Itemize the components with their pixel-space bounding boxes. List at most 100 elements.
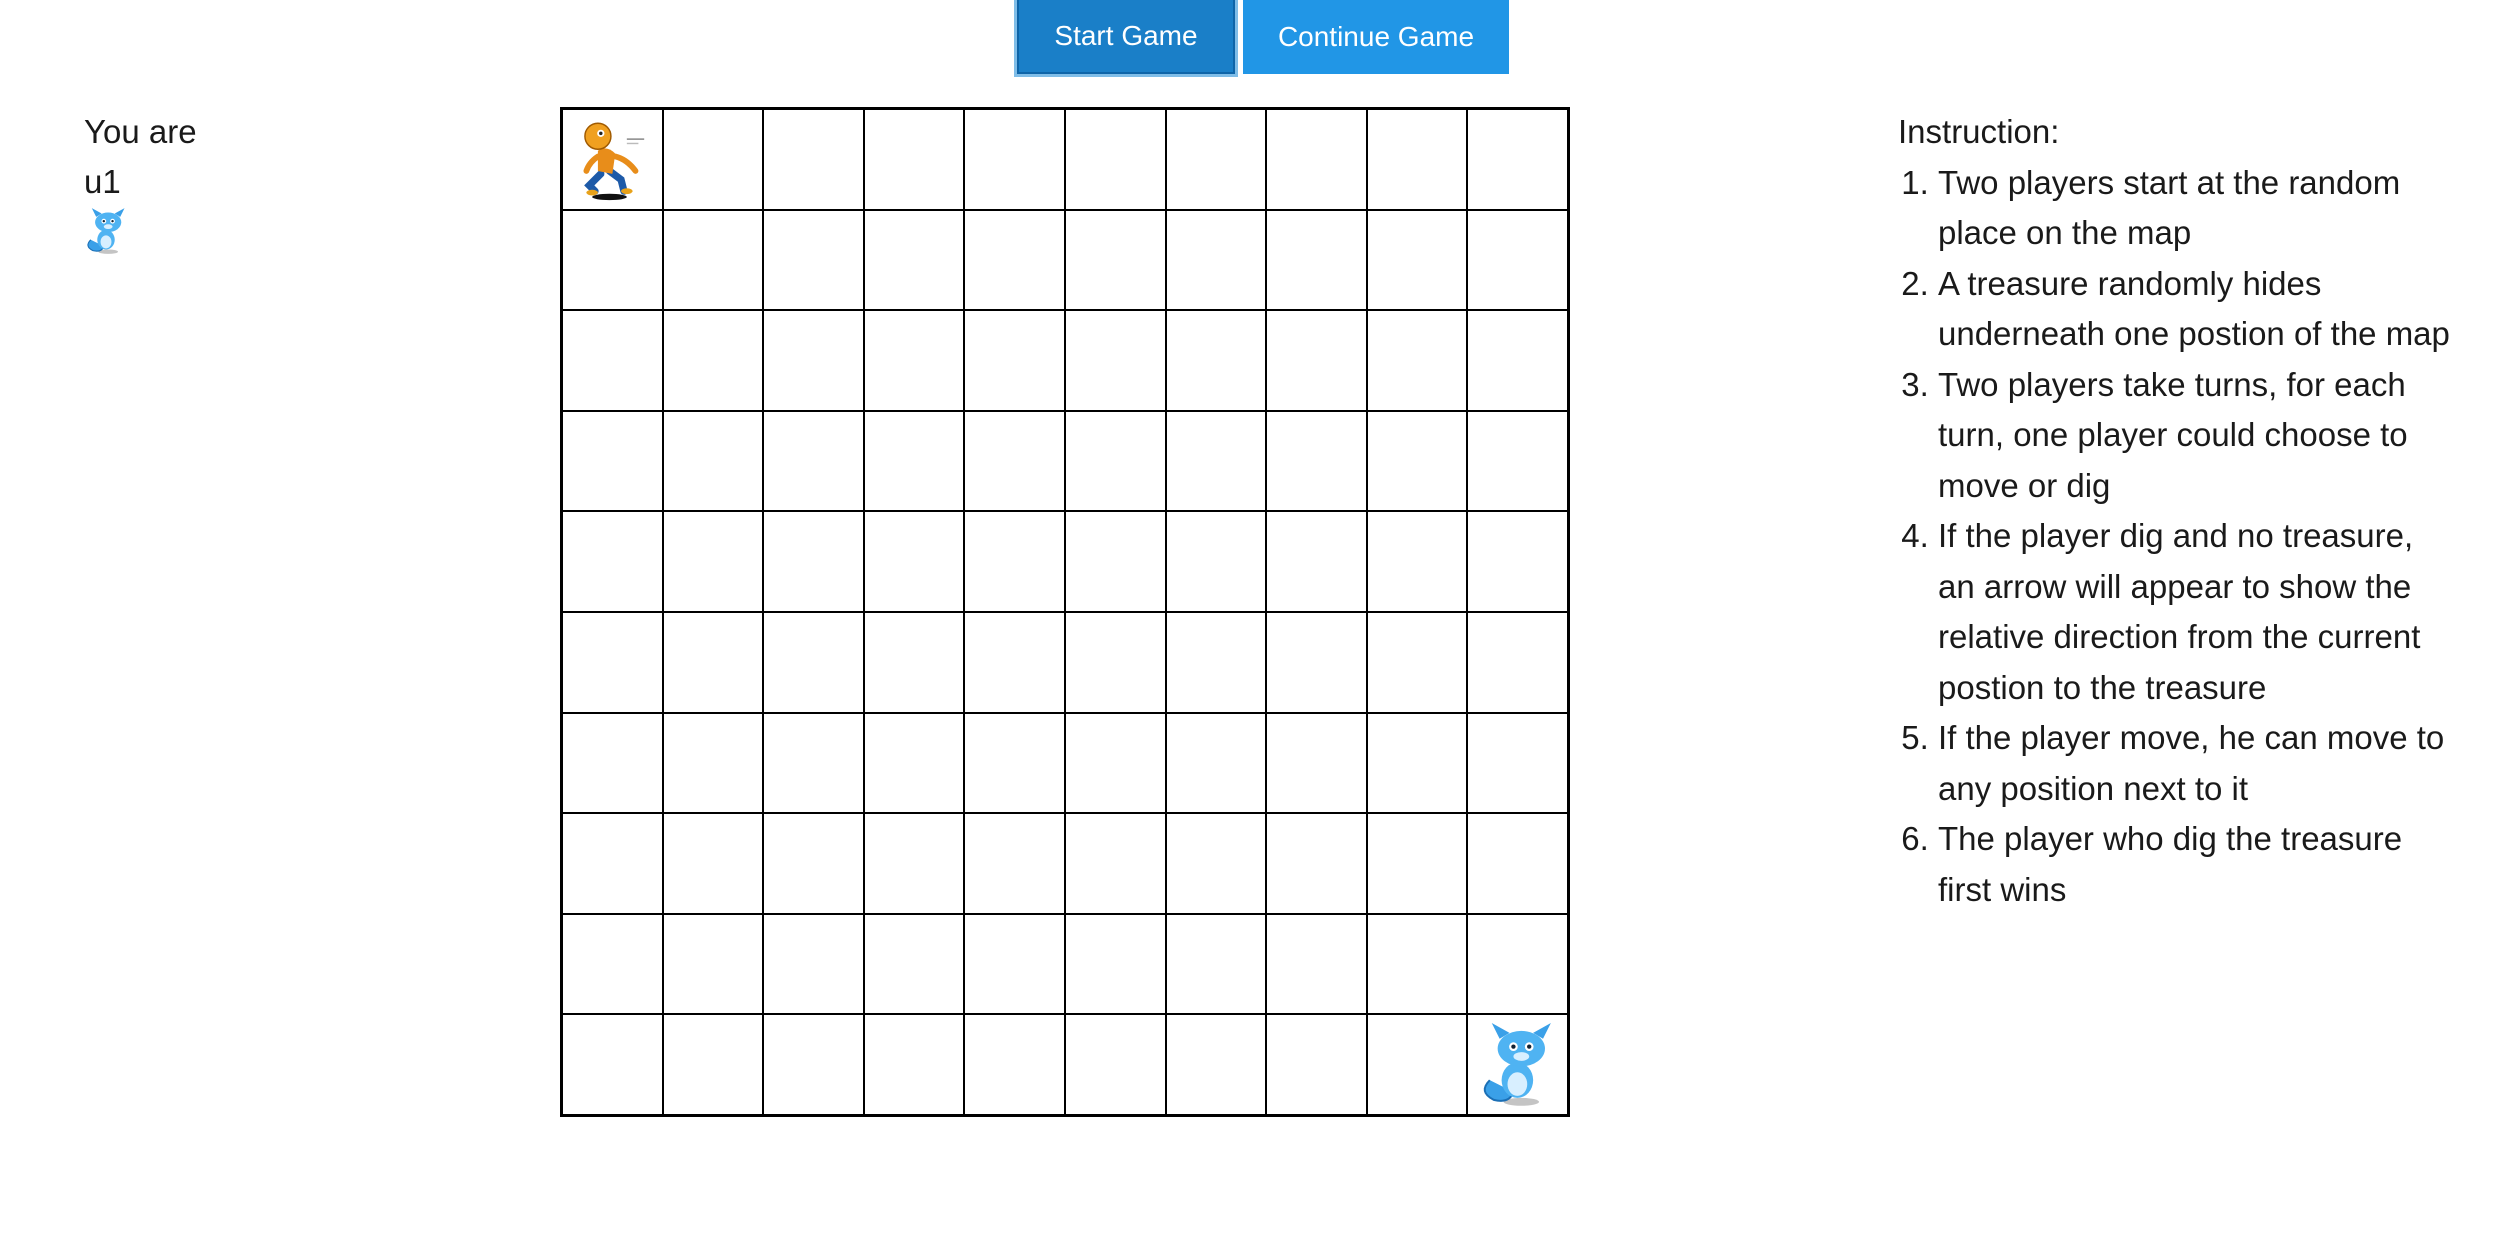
board-cell[interactable] <box>562 913 663 1015</box>
board-cell[interactable] <box>662 109 764 210</box>
board-cell[interactable] <box>1467 913 1568 1015</box>
board-cell[interactable] <box>1467 712 1568 814</box>
board-cell[interactable] <box>1165 410 1267 512</box>
board-cell[interactable] <box>863 511 965 612</box>
board-cell[interactable] <box>863 209 965 311</box>
board-cell[interactable] <box>964 209 1065 311</box>
board-cell[interactable] <box>662 913 764 1015</box>
board-cell[interactable] <box>1266 209 1367 311</box>
board-cell[interactable] <box>1266 611 1367 713</box>
board-cell[interactable] <box>1064 109 1166 210</box>
board-cell[interactable] <box>562 712 663 814</box>
board-cell[interactable] <box>1366 109 1468 210</box>
board-cell[interactable] <box>662 611 764 713</box>
board-cell[interactable] <box>863 410 965 512</box>
board-cell[interactable] <box>1467 813 1568 914</box>
board-cell[interactable] <box>1467 611 1568 713</box>
board-cell[interactable] <box>964 109 1065 210</box>
board-cell[interactable] <box>863 913 965 1015</box>
board-cell[interactable] <box>1064 1014 1166 1115</box>
board-cell[interactable] <box>562 611 663 713</box>
start-game-button[interactable]: Start Game <box>1017 0 1235 74</box>
board-cell[interactable] <box>763 813 864 914</box>
board-cell[interactable] <box>1165 511 1267 612</box>
board-cell[interactable] <box>763 511 864 612</box>
board-cell[interactable] <box>1064 410 1166 512</box>
board-cell[interactable] <box>763 310 864 411</box>
board-cell[interactable] <box>1366 310 1468 411</box>
board-cell[interactable] <box>1165 913 1267 1015</box>
board-cell[interactable] <box>964 310 1065 411</box>
board-cell[interactable] <box>562 310 663 411</box>
board-cell[interactable] <box>1266 1014 1367 1115</box>
board-cell[interactable] <box>1165 1014 1267 1115</box>
board-cell[interactable] <box>1165 813 1267 914</box>
board-cell[interactable] <box>1165 109 1267 210</box>
board-cell[interactable] <box>1366 1014 1468 1115</box>
board-cell[interactable] <box>964 813 1065 914</box>
board-cell[interactable] <box>1266 410 1367 512</box>
board-cell[interactable] <box>763 611 864 713</box>
board-cell[interactable] <box>863 813 965 914</box>
board-cell[interactable] <box>662 410 764 512</box>
board-cell[interactable] <box>1467 1014 1568 1115</box>
board-cell[interactable] <box>1366 913 1468 1015</box>
board-cell[interactable] <box>662 712 764 814</box>
board-cell[interactable] <box>763 913 864 1015</box>
board-cell[interactable] <box>1366 712 1468 814</box>
board-cell[interactable] <box>1366 511 1468 612</box>
board-cell[interactable] <box>1064 310 1166 411</box>
board-cell[interactable] <box>1064 813 1166 914</box>
board-cell[interactable] <box>763 109 864 210</box>
board-cell[interactable] <box>662 310 764 411</box>
board-cell[interactable] <box>562 813 663 914</box>
board-cell[interactable] <box>863 611 965 713</box>
board-cell[interactable] <box>763 209 864 311</box>
board-cell[interactable] <box>1366 410 1468 512</box>
board-cell[interactable] <box>1467 310 1568 411</box>
board-cell[interactable] <box>763 1014 864 1115</box>
board-cell[interactable] <box>964 611 1065 713</box>
board-cell[interactable] <box>1266 813 1367 914</box>
board-cell[interactable] <box>1467 209 1568 311</box>
board-cell[interactable] <box>1064 209 1166 311</box>
board-cell[interactable] <box>1064 913 1166 1015</box>
board-cell[interactable] <box>1165 712 1267 814</box>
board-cell[interactable] <box>562 1014 663 1115</box>
board-cell[interactable] <box>662 511 764 612</box>
board-cell[interactable] <box>964 511 1065 612</box>
board-cell[interactable] <box>1266 712 1367 814</box>
board-cell[interactable] <box>562 511 663 612</box>
board-cell[interactable] <box>1064 511 1166 612</box>
board-cell[interactable] <box>964 712 1065 814</box>
board-cell[interactable] <box>562 209 663 311</box>
board-cell[interactable] <box>562 109 663 210</box>
board-cell[interactable] <box>1467 410 1568 512</box>
board-cell[interactable] <box>1366 209 1468 311</box>
board-cell[interactable] <box>763 712 864 814</box>
board-cell[interactable] <box>562 410 663 512</box>
board-cell[interactable] <box>1266 109 1367 210</box>
board-cell[interactable] <box>763 410 864 512</box>
board-cell[interactable] <box>1165 209 1267 311</box>
board-cell[interactable] <box>662 209 764 311</box>
board-cell[interactable] <box>964 913 1065 1015</box>
board-cell[interactable] <box>863 1014 965 1115</box>
board-cell[interactable] <box>863 109 965 210</box>
board-cell[interactable] <box>1366 611 1468 713</box>
board-cell[interactable] <box>1165 611 1267 713</box>
board-cell[interactable] <box>1266 913 1367 1015</box>
board-cell[interactable] <box>1064 712 1166 814</box>
board-cell[interactable] <box>1467 109 1568 210</box>
board-cell[interactable] <box>1366 813 1468 914</box>
board-cell[interactable] <box>964 410 1065 512</box>
board-cell[interactable] <box>863 712 965 814</box>
board-cell[interactable] <box>1467 511 1568 612</box>
board-cell[interactable] <box>1266 511 1367 612</box>
board-cell[interactable] <box>662 1014 764 1115</box>
board-cell[interactable] <box>1165 310 1267 411</box>
board-cell[interactable] <box>1064 611 1166 713</box>
board-cell[interactable] <box>863 310 965 411</box>
continue-game-button[interactable]: Continue Game <box>1243 0 1509 74</box>
board-cell[interactable] <box>1266 310 1367 411</box>
